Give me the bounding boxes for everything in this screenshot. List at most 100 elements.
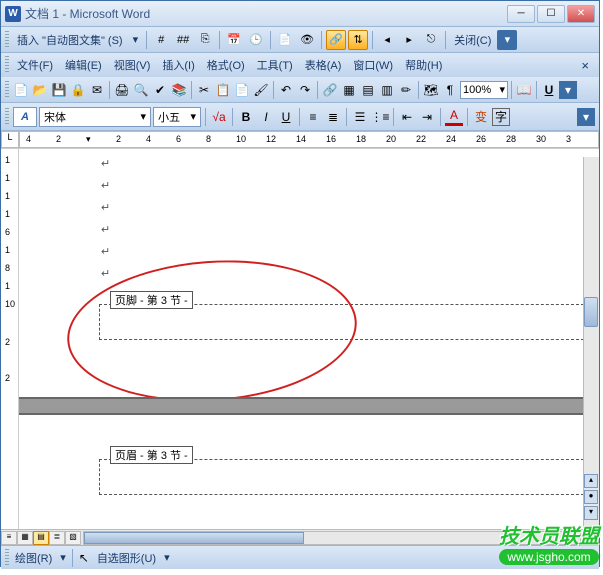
window-title: 文档 1 - Microsoft Word xyxy=(25,5,507,22)
menu-edit[interactable]: 编辑(E) xyxy=(59,55,108,75)
show-marks-icon[interactable]: ¶ xyxy=(441,81,459,99)
header-area[interactable]: 页眉 - 第 3 节 - xyxy=(99,459,589,495)
grip-icon[interactable] xyxy=(5,108,9,126)
hyperlink-icon[interactable]: 🔗 xyxy=(321,81,339,99)
header-footer-toolbar: 插入 "自动图文集" (S) ▾ # ## ⎘ 📅 🕒 📄 👁 🔗 ⇅ ◂ ▸ … xyxy=(1,27,599,53)
mail-icon[interactable]: ✉ xyxy=(88,81,106,99)
header-label: 页眉 - 第 3 节 - xyxy=(110,446,193,464)
bold-icon[interactable]: B xyxy=(237,108,255,126)
title-bar: W 文档 1 - Microsoft Word ─ ☐ ✕ xyxy=(1,1,599,27)
normal-view-icon[interactable]: ≡ xyxy=(1,531,17,545)
style-select[interactable]: A xyxy=(13,107,37,127)
align-left-icon[interactable]: ≡ xyxy=(304,108,322,126)
format-page-num-icon[interactable]: ⎘ xyxy=(195,30,215,50)
char-border-icon[interactable]: 变 xyxy=(472,108,490,126)
columns-icon[interactable]: ▥ xyxy=(378,81,396,99)
format-painter-icon[interactable]: 🖌 xyxy=(252,81,270,99)
close-headerfooter-button[interactable]: 关闭(C) xyxy=(450,32,495,48)
page-count-icon[interactable]: ## xyxy=(173,30,193,50)
save-icon[interactable]: 💾 xyxy=(50,81,68,99)
scroll-thumb[interactable] xyxy=(584,297,598,327)
web-view-icon[interactable]: ▦ xyxy=(17,531,33,545)
page-setup-icon[interactable]: 📄 xyxy=(275,30,295,50)
redo-icon[interactable]: ↷ xyxy=(296,81,314,99)
paste-icon[interactable]: 📄 xyxy=(233,81,251,99)
menu-window[interactable]: 窗口(W) xyxy=(347,55,399,75)
menu-help[interactable]: 帮助(H) xyxy=(399,55,448,75)
font-select[interactable]: 宋体▾ xyxy=(39,107,151,127)
table-icon[interactable]: ▦ xyxy=(340,81,358,99)
same-as-previous-icon[interactable]: 🔗 xyxy=(326,30,346,50)
docmap-icon[interactable]: 🗺 xyxy=(422,81,440,99)
underline-icon[interactable]: U xyxy=(540,81,558,99)
outline-view-icon[interactable]: ≣ xyxy=(49,531,65,545)
fontsize-select[interactable]: 小五▾ xyxy=(153,107,201,127)
new-icon[interactable]: 📄 xyxy=(12,81,30,99)
read-icon[interactable]: 📖 xyxy=(515,81,533,99)
grip-icon[interactable] xyxy=(5,549,9,567)
toolbar-options-icon[interactable]: ▾ xyxy=(497,30,517,50)
spell-icon[interactable]: ✔ xyxy=(151,81,169,99)
switch-header-footer-icon[interactable]: ⇅ xyxy=(348,30,368,50)
italic-icon[interactable]: I xyxy=(257,108,275,126)
menu-file[interactable]: 文件(F) xyxy=(11,55,59,75)
bullets-icon[interactable]: ⋮≡ xyxy=(371,108,389,126)
show-hide-icon[interactable]: 👁 xyxy=(297,30,317,50)
preview-icon[interactable]: 🔍 xyxy=(132,81,150,99)
menu-format[interactable]: 格式(O) xyxy=(201,55,251,75)
char-shading-icon[interactable]: 字 xyxy=(492,108,510,126)
print-icon[interactable]: 🖨 xyxy=(113,81,131,99)
grip-icon[interactable] xyxy=(5,81,9,99)
menu-tools[interactable]: 工具(T) xyxy=(251,55,299,75)
copy-icon[interactable]: 📋 xyxy=(214,81,232,99)
font-color-icon[interactable]: A xyxy=(445,108,463,126)
close-button[interactable]: ✕ xyxy=(567,5,595,23)
time-icon[interactable]: 🕒 xyxy=(246,30,266,50)
menu-insert[interactable]: 插入(I) xyxy=(156,55,200,75)
toolbar-options-icon[interactable]: ▾ xyxy=(577,108,595,126)
reading-view-icon[interactable]: ▧ xyxy=(65,531,81,545)
show-previous-icon[interactable]: ◂ xyxy=(377,30,397,50)
undo-icon[interactable]: ↶ xyxy=(277,81,295,99)
grip-icon[interactable] xyxy=(5,56,9,74)
phonetic-icon[interactable]: √a xyxy=(210,108,228,126)
document-page[interactable]: ↵ ↵ ↵ ↵ ↵ ↵ 页脚 - 第 3 节 - 页眉 - 第 3 节 - xyxy=(19,149,599,529)
browse-object-icon[interactable]: ● xyxy=(584,490,598,504)
menu-view[interactable]: 视图(V) xyxy=(108,55,157,75)
ruler-corner: L xyxy=(1,131,19,148)
outdent-icon[interactable]: ⇤ xyxy=(398,108,416,126)
permission-icon[interactable]: 🔒 xyxy=(69,81,87,99)
menu-bar: 文件(F) 编辑(E) 视图(V) 插入(I) 格式(O) 工具(T) 表格(A… xyxy=(1,53,599,77)
cut-icon[interactable]: ✂ xyxy=(195,81,213,99)
open-icon[interactable]: 📂 xyxy=(31,81,49,99)
show-next-icon[interactable]: ▸ xyxy=(399,30,419,50)
zoom-select[interactable]: 100%▾ xyxy=(460,81,508,99)
date-icon[interactable]: 📅 xyxy=(224,30,244,50)
page-number-icon[interactable]: # xyxy=(151,30,171,50)
horizontal-ruler[interactable]: L 4 2 ▾ 2 4 6 8 10 12 14 16 18 20 22 24 … xyxy=(1,131,599,149)
autoshapes-menu[interactable]: 自选图形(U) xyxy=(93,550,160,566)
indent-icon[interactable]: ⇥ xyxy=(418,108,436,126)
close-doc-button[interactable]: × xyxy=(575,58,595,73)
vertical-scrollbar[interactable]: ▴ ● ▾ xyxy=(583,157,599,536)
menu-table[interactable]: 表格(A) xyxy=(299,55,348,75)
grip-icon[interactable] xyxy=(5,31,9,49)
next-page-icon[interactable]: ▾ xyxy=(584,506,598,520)
underline-icon[interactable]: U xyxy=(277,108,295,126)
minimize-button[interactable]: ─ xyxy=(507,5,535,23)
numbering-icon[interactable]: ☰ xyxy=(351,108,369,126)
maximize-button[interactable]: ☐ xyxy=(537,5,565,23)
toolbar-options-icon[interactable]: ▾ xyxy=(559,81,577,99)
select-icon[interactable]: ↖ xyxy=(75,549,93,567)
prev-page-icon[interactable]: ▴ xyxy=(584,474,598,488)
vertical-ruler[interactable]: 1 1 1 1 6 1 8 1 10 2 2 xyxy=(1,149,19,529)
align-center-icon[interactable]: ≣ xyxy=(324,108,342,126)
research-icon[interactable]: 📚 xyxy=(170,81,188,99)
print-view-icon[interactable]: ▤ xyxy=(33,531,49,545)
insert-autotext-menu[interactable]: 插入 "自动图文集" (S) xyxy=(13,32,127,48)
excel-icon[interactable]: ▤ xyxy=(359,81,377,99)
link-icon[interactable]: ⎋ xyxy=(421,30,441,50)
drawing-icon[interactable]: ✏ xyxy=(397,81,415,99)
draw-menu[interactable]: 绘图(R) xyxy=(11,550,56,566)
watermark-url: www.jsgho.com xyxy=(499,549,599,565)
